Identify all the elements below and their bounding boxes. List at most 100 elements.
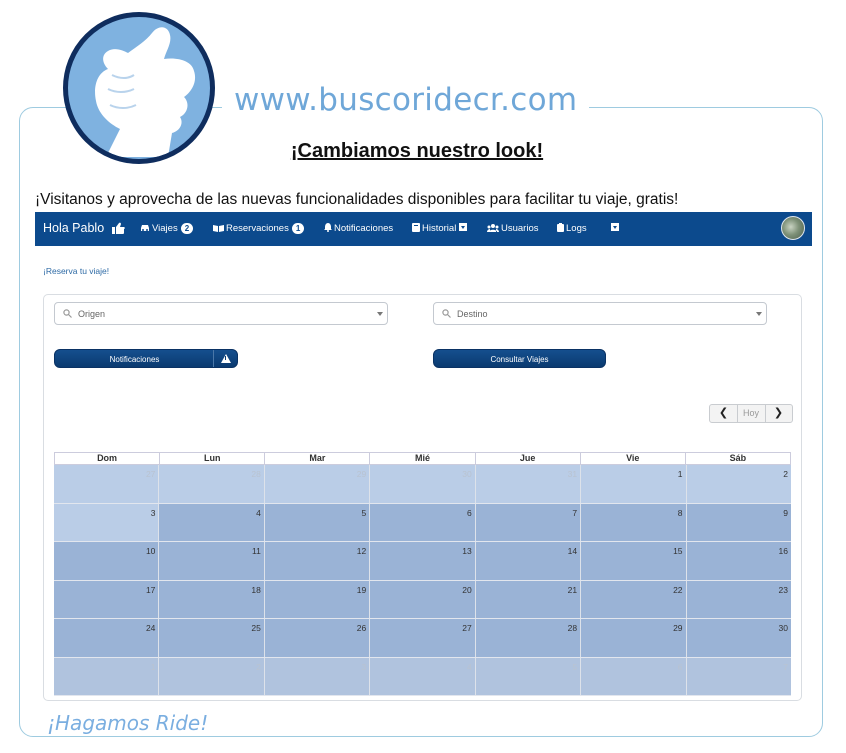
calendar-day[interactable]: 17: [54, 580, 159, 618]
calendar-day[interactable]: 11: [158, 542, 264, 580]
search-icon: [63, 309, 72, 318]
site-url[interactable]: www.buscoridecr.com: [222, 82, 590, 118]
weekday-header: Mié: [369, 453, 474, 464]
calendar-day[interactable]: 25: [158, 619, 264, 657]
calendar-day[interactable]: 1: [580, 465, 686, 503]
day-number: 2: [256, 661, 261, 672]
calendar-day[interactable]: 27: [369, 619, 475, 657]
day-number: 19: [356, 584, 367, 595]
thumbs-up-icon: [111, 222, 125, 237]
clipboard-icon: [557, 223, 564, 232]
calendar-day[interactable]: 8: [580, 503, 686, 541]
calendar-day[interactable]: 2: [158, 657, 264, 695]
day-number: 27: [462, 623, 472, 633]
nav-logs[interactable]: Logs: [557, 223, 587, 234]
weekday-header: Lun: [159, 453, 264, 464]
calendar-day[interactable]: 24: [54, 619, 159, 657]
calendar-day[interactable]: 7: [685, 657, 791, 695]
calendar-day[interactable]: 14: [474, 542, 581, 580]
calendar-day[interactable]: 28: [158, 465, 264, 503]
origin-select[interactable]: Origen: [54, 302, 388, 325]
chevron-down-icon: [459, 223, 468, 231]
users-icon: [487, 224, 499, 232]
weekday-header: Jue: [474, 453, 580, 464]
day-number: 27: [145, 469, 156, 479]
calendar-day[interactable]: 3: [54, 503, 159, 541]
day-number: 10: [145, 546, 156, 556]
day-number: 26: [356, 623, 367, 633]
calendar-day[interactable]: 4: [369, 657, 475, 695]
warning-toggle[interactable]: [213, 350, 237, 367]
nav-viajes[interactable]: Viajes 2: [140, 223, 194, 234]
today-button[interactable]: Hoy: [737, 405, 766, 422]
nav-historial[interactable]: Historial: [412, 223, 468, 234]
reservaciones-badge: 1: [291, 223, 305, 234]
calendar-day[interactable]: 12: [263, 542, 370, 580]
calendar-day[interactable]: 6: [580, 657, 686, 695]
reserve-trip-link[interactable]: ¡Reserva tu viaje!: [43, 266, 109, 276]
car-icon: [141, 225, 149, 231]
headline-text: ¡Cambiamos nuestro look!: [290, 140, 544, 162]
calendar-day[interactable]: 21: [474, 580, 581, 618]
calendar-day[interactable]: 2: [685, 465, 791, 503]
calendar-day[interactable]: 19: [263, 580, 370, 618]
nav-more-dropdown[interactable]: [608, 223, 619, 234]
calendar-day[interactable]: 30: [369, 465, 475, 503]
calendar-day[interactable]: 22: [580, 580, 686, 618]
calendar-day[interactable]: 1: [54, 657, 159, 695]
nav-usuarios[interactable]: Usuarios: [487, 223, 539, 234]
calendar-day[interactable]: 5: [474, 657, 581, 695]
brand-text: Hola Pablo: [43, 221, 105, 235]
calendar-day[interactable]: 15: [580, 542, 686, 580]
notifications-button-label: Notificaciones: [109, 355, 160, 364]
calendar-day[interactable]: 20: [369, 580, 475, 618]
day-number: 13: [462, 546, 472, 556]
nav-notificaciones[interactable]: Notificaciones: [324, 223, 393, 234]
nav-brand[interactable]: Hola Pablo: [43, 221, 125, 237]
weekday-header: Dom: [97, 453, 118, 463]
calendar-day[interactable]: 6: [369, 503, 475, 541]
calendar-day[interactable]: 27: [54, 465, 159, 503]
calendar-day[interactable]: 3: [263, 657, 370, 695]
calendar-day[interactable]: 4: [158, 503, 264, 541]
calendar-day[interactable]: 16: [685, 542, 791, 580]
book-icon: [213, 225, 224, 232]
day-number: 7: [572, 507, 578, 518]
day-number: 14: [567, 546, 578, 556]
calendar-day[interactable]: 13: [369, 542, 475, 580]
calendar-day[interactable]: 23: [685, 580, 791, 618]
calendar-day[interactable]: 9: [685, 503, 791, 541]
day-number: 29: [356, 469, 367, 479]
calendar-day[interactable]: 7: [474, 503, 581, 541]
calendar-navigation: ❮ Hoy ❯: [709, 404, 793, 423]
app-screenshot: Hola Pablo Viajes 2 Reservaciones 1 Notifi…: [35, 212, 812, 702]
top-navbar: Hola Pablo Viajes 2 Reservaciones 1 Notifi…: [35, 212, 812, 246]
calendar-day[interactable]: 30: [685, 619, 791, 657]
calendar-week: 24 25 26 27 28 29 30: [54, 619, 791, 658]
search-trips-button[interactable]: Consultar Viajes: [433, 349, 606, 368]
day-number: 28: [251, 469, 261, 479]
avatar[interactable]: [781, 216, 805, 240]
calendar-day[interactable]: 29: [580, 619, 686, 657]
day-number: 5: [572, 661, 578, 672]
calendar-day[interactable]: 29: [263, 465, 370, 503]
calendar-day[interactable]: 10: [54, 542, 159, 580]
next-month-button[interactable]: ❯: [765, 405, 792, 422]
slogan: ¡Hagamos Ride!: [47, 711, 209, 735]
notifications-button[interactable]: Notificaciones: [54, 349, 238, 368]
day-number: 2: [783, 469, 788, 479]
calendar-week: 17 18 19 20 21 22 23: [54, 580, 791, 619]
nav-reservaciones[interactable]: Reservaciones 1: [213, 223, 305, 234]
day-number: 6: [466, 507, 472, 518]
day-number: 4: [256, 507, 261, 518]
calendar-day[interactable]: 28: [474, 619, 581, 657]
destination-select[interactable]: Destino: [433, 302, 767, 325]
calendar-day[interactable]: 18: [158, 580, 264, 618]
warning-mark: [225, 356, 226, 360]
calendar-day[interactable]: 31: [474, 465, 581, 503]
day-number: 3: [150, 507, 156, 518]
calendar-day[interactable]: 26: [263, 619, 370, 657]
origin-placeholder: Origen: [78, 309, 106, 319]
prev-month-button[interactable]: ❮: [710, 405, 738, 422]
calendar-day[interactable]: 5: [263, 503, 370, 541]
